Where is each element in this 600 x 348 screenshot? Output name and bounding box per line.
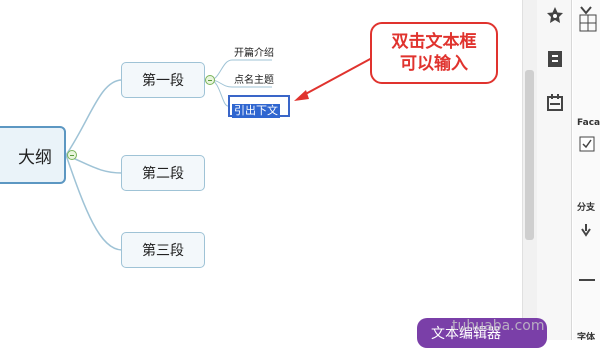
face-checkbox[interactable] (579, 136, 595, 156)
topic-3-label: 第三段 (142, 243, 184, 259)
topic-1[interactable]: 第一段 (121, 62, 205, 98)
callout-arrow-line (299, 57, 373, 98)
outline-icon[interactable] (546, 50, 564, 68)
collapse-toggle-topic-1[interactable] (205, 75, 215, 85)
subtopic-1[interactable]: 开篇介绍 (234, 44, 274, 59)
connector-main-topic1 (65, 79, 123, 156)
subtopic-2[interactable]: 点名主题 (234, 71, 274, 86)
subtopic-3-editor[interactable]: 引出下文 (228, 95, 290, 118)
line-style-icon[interactable] (579, 268, 595, 287)
topic-1-label: 第一段 (142, 73, 184, 89)
watermark: tuhuaba.com (452, 318, 545, 334)
format-panel: Faca 分支 字体 (573, 0, 600, 340)
branch-label: 分支 (577, 203, 596, 213)
grid-icon[interactable] (579, 14, 597, 36)
topic-3[interactable]: 第三段 (121, 232, 205, 268)
selected-text[interactable]: 引出下文 (232, 104, 280, 118)
scroll-thumb[interactable] (525, 70, 534, 240)
instruction-callout: 双击文本框 可以输入 (370, 22, 498, 84)
facade-label: Faca (577, 118, 600, 128)
topic-2[interactable]: 第二段 (121, 155, 205, 191)
side-rail (537, 0, 572, 340)
connector-main-topic3 (65, 154, 123, 251)
branch-dropdown-icon[interactable] (579, 222, 593, 241)
star-icon[interactable] (546, 6, 564, 24)
topic-2-label: 第二段 (142, 166, 184, 182)
central-topic[interactable]: 大纲 (0, 126, 66, 184)
central-topic-label: 大纲 (18, 147, 52, 168)
callout-line-1: 双击文本框 (391, 32, 477, 52)
callout-arrow-head (294, 90, 309, 101)
callout-line-2: 可以输入 (400, 54, 468, 74)
mindmap-canvas[interactable]: 大纲 第一段 开篇介绍 点名主题 引出下文 第二段 第三段 双击文本框 可以输入 (0, 0, 522, 340)
vertical-scrollbar[interactable] (522, 0, 537, 340)
collapse-toggle-central[interactable] (67, 150, 77, 160)
tasks-icon[interactable] (546, 94, 564, 112)
font-label: 字体 (577, 333, 596, 340)
